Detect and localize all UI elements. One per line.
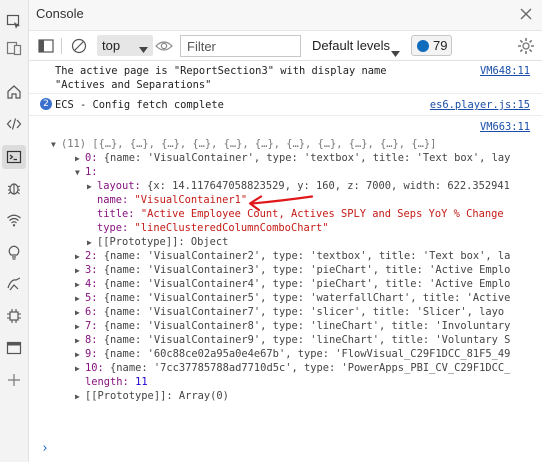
array-item-7[interactable]: ▶ 7: {name: 'VisualContainer8', type: 'li… (75, 319, 510, 334)
toolbar-divider (61, 38, 62, 54)
array-object-tree: ▼ (11) [{…}, {…}, {…}, {…}, {…}, {…}, {…}… (29, 123, 542, 447)
expand-triangle-icon: ▼ (75, 168, 80, 177)
array-item-8[interactable]: ▶ 8: {name: 'VisualContainer9', type: 'li… (75, 333, 510, 348)
array-summary[interactable]: ▼ (11) [{…}, {…}, {…}, {…}, {…}, {…}, {…}… (51, 137, 436, 152)
application-window-icon[interactable] (4, 338, 24, 358)
array-item-9[interactable]: ▶ 9: {name: '60c88ce02a95a0e4e67b', type:… (75, 347, 510, 362)
home-icon[interactable] (4, 82, 24, 102)
memory-chip-icon[interactable] (4, 306, 24, 326)
live-expression-eye-icon[interactable] (154, 37, 174, 55)
property-type: type: "lineClusteredColumnComboChart" (97, 222, 329, 234)
array-prototype[interactable]: ▶ [[Prototype]]: Array(0) (75, 389, 229, 404)
array-item-10[interactable]: ▶ 10: {name: '7cc37785788ad7710d5c', type… (75, 361, 510, 376)
message-text: ECS - Config fetch complete (55, 99, 224, 111)
network-wifi-icon[interactable] (4, 210, 24, 230)
chevron-down-icon (139, 41, 148, 56)
property-name: name: "VisualContainer1" (97, 194, 248, 206)
property-length: length: 11 (85, 376, 148, 388)
property-prototype[interactable]: ▶ [[Prototype]]: Object (87, 235, 228, 250)
console-toolbar: top Filter Default levels 79 (29, 31, 542, 61)
sources-icon[interactable] (4, 274, 24, 294)
close-icon[interactable] (518, 6, 534, 22)
array-item-6[interactable]: ▶ 6: {name: 'VisualContainer7', type: 'sl… (75, 305, 504, 320)
collapsed-triangle-icon: ▶ (75, 392, 80, 401)
sidebar-toggle-icon[interactable] (37, 37, 55, 55)
array-item-1[interactable]: ▼ 1: (75, 165, 98, 180)
message-source-link[interactable]: VM648:11 (480, 64, 530, 78)
repeat-count-badge: 2 (40, 98, 52, 110)
context-select[interactable]: top (97, 35, 153, 56)
console-message: The active page is "ReportSection3" with… (29, 63, 542, 94)
array-item-5[interactable]: ▶ 5: {name: 'VisualContainer5', type: 'wa… (75, 291, 510, 306)
performance-bulb-icon[interactable] (4, 242, 24, 262)
console-prompt-chevron-icon[interactable]: › (41, 441, 49, 456)
inspect-element-icon[interactable] (4, 12, 24, 32)
issues-icon (417, 40, 429, 52)
elements-icon[interactable] (4, 114, 24, 134)
panel-header: Console (29, 0, 542, 31)
chevron-down-icon[interactable] (391, 42, 400, 61)
array-item-3[interactable]: ▶ 3: {name: 'VisualContainer3', type: 'pi… (75, 263, 510, 278)
activity-bar (0, 0, 29, 462)
collapsed-triangle-icon: ▶ (87, 182, 92, 191)
panel-title: Console (36, 6, 84, 21)
collapsed-triangle-icon: ▶ (75, 364, 80, 373)
clear-console-icon[interactable] (70, 37, 88, 55)
issues-count: 79 (433, 38, 448, 53)
console-output: The active page is "ReportSection3" with… (29, 61, 542, 462)
array-item-0[interactable]: ▶ 0: {name: 'VisualContainer', type: 'tex… (75, 151, 510, 166)
device-emulation-icon[interactable] (4, 38, 24, 58)
add-tool-plus-icon[interactable] (4, 370, 24, 390)
property-layout[interactable]: ▶ layout: {x: 14.117647058823529, y: 160,… (87, 179, 510, 194)
filter-input[interactable]: Filter (180, 35, 301, 57)
array-item-2[interactable]: ▶ 2: {name: 'VisualContainer2', type: 'te… (75, 249, 510, 264)
gear-icon[interactable] (516, 36, 536, 56)
expand-triangle-icon: ▼ (51, 140, 56, 149)
console-message: 2 ECS - Config fetch complete es6.player… (29, 96, 542, 116)
property-title: title: "Active Employee Count, Actives S… (97, 208, 504, 220)
console-icon[interactable] (2, 145, 26, 169)
message-source-link[interactable]: es6.player.js:15 (430, 98, 530, 112)
array-item-4[interactable]: ▶ 4: {name: 'VisualContainer4', type: 'pi… (75, 277, 510, 292)
issues-counter-button[interactable]: 79 (411, 35, 452, 56)
log-levels-dropdown[interactable]: Default levels (312, 38, 390, 53)
message-text: The active page is "ReportSection3" with… (55, 65, 387, 92)
debugger-bug-icon[interactable] (4, 178, 24, 198)
context-value: top (102, 38, 121, 53)
